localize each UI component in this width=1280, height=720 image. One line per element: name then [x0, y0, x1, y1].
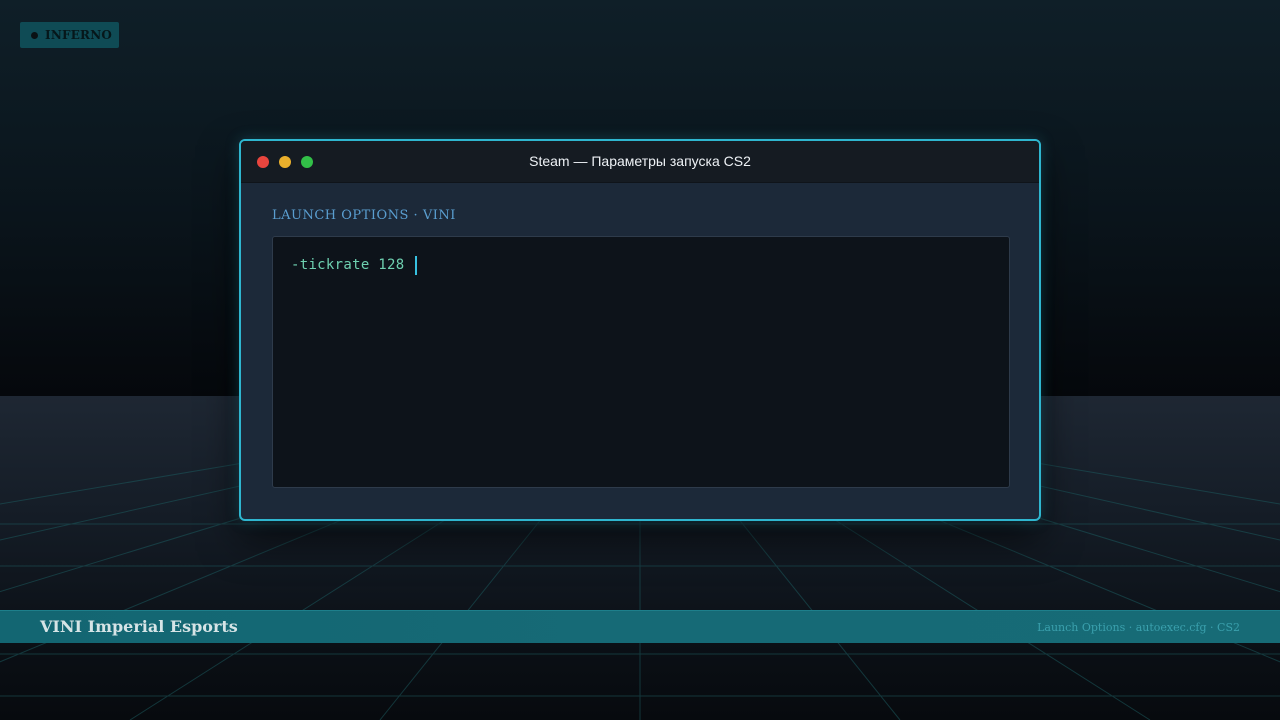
window-titlebar[interactable]: Steam — Параметры запуска CS2 [241, 141, 1039, 183]
window-title: Steam — Параметры запуска CS2 [529, 153, 751, 169]
status-dot-icon [31, 31, 38, 39]
launch-options-input[interactable]: -tickrate 128 [272, 236, 1010, 488]
team-brand: VINI Imperial Esports [40, 617, 238, 636]
launch-options-label: LAUNCH OPTIONS · VINI [272, 208, 456, 223]
map-badge-label: INFERNO [45, 28, 113, 42]
map-badge: INFERNO [20, 22, 119, 48]
banner-meta: Launch Options · autoexec.cfg · CS2 [1037, 621, 1240, 634]
lower-third-banner: VINI Imperial Esports Launch Options · a… [0, 610, 1280, 643]
launch-options-window: Steam — Параметры запуска CS2 LAUNCH OPT… [239, 139, 1041, 521]
text-caret [415, 256, 417, 275]
launch-options-value: -tickrate 128 [291, 257, 405, 273]
